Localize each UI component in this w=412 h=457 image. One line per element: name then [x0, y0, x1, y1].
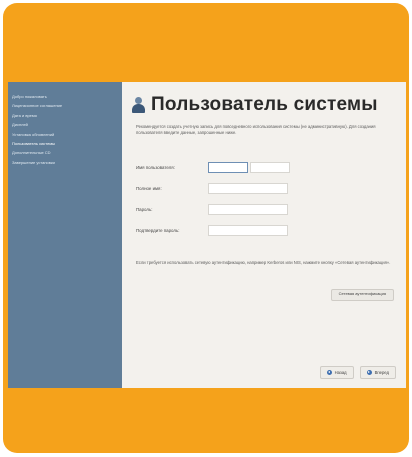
- username-row: Имя пользователя:: [136, 157, 406, 178]
- next-button[interactable]: Вперед: [359, 366, 396, 379]
- network-auth-note: Если требуется использовать сетевую ауте…: [136, 260, 391, 265]
- page-description: Рекомендуется создать учетную запись для…: [136, 124, 376, 135]
- arrow-left-icon: [326, 370, 332, 375]
- username-label: Имя пользователя:: [136, 165, 175, 170]
- sidebar-item-system-user: Пользователь системы: [12, 140, 55, 146]
- sidebar-item-date-time: Дата и время: [12, 112, 37, 118]
- next-button-label: Вперед: [374, 370, 389, 375]
- sidebar-item-welcome: Добро пожаловать: [12, 94, 47, 99]
- page-header: Пользователь системы: [132, 92, 378, 118]
- user-form: Имя пользователя: Полное имя: Пароль: По…: [136, 157, 406, 241]
- sidebar-item-updates: Установка обновлений: [12, 131, 55, 137]
- confirm-password-label: Подтвердите пароль:: [136, 228, 180, 233]
- network-auth-button[interactable]: Сетевая аутентификация: [330, 289, 394, 301]
- page-title: Пользователь системы: [151, 94, 378, 115]
- sidebar-item-finish: Завершение установки: [12, 159, 55, 165]
- back-button-label: Назад: [334, 370, 347, 375]
- password-row: Пароль:: [136, 199, 406, 220]
- main-content: Пользователь системы Рекомендуется созда…: [122, 82, 406, 388]
- orange-frame: Добро пожаловать Лицензионное соглашение…: [3, 3, 409, 453]
- sidebar-item-display: Дисплей: [12, 122, 28, 128]
- user-icon: [132, 97, 145, 113]
- arrow-right-icon: [366, 370, 372, 375]
- fullname-label: Полное имя:: [136, 186, 162, 191]
- sidebar-item-additional-cd: Дополнительные CD: [12, 150, 51, 156]
- sidebar: Добро пожаловать Лицензионное соглашение…: [8, 82, 122, 388]
- wizard-footer: Назад Вперед: [319, 366, 396, 379]
- fullname-field[interactable]: [208, 183, 288, 194]
- sidebar-item-license: Лицензионное соглашение: [12, 103, 63, 109]
- confirm-password-row: Подтвердите пароль:: [136, 220, 406, 241]
- username-field[interactable]: [208, 162, 248, 173]
- back-button[interactable]: Назад: [319, 366, 354, 379]
- fullname-row: Полное имя:: [136, 178, 406, 199]
- username-field-extra[interactable]: [250, 162, 290, 173]
- password-label: Пароль:: [136, 207, 153, 212]
- firstboot-window: Добро пожаловать Лицензионное соглашение…: [8, 82, 406, 388]
- sidebar-steps: Добро пожаловать Лицензионное соглашение…: [8, 82, 122, 167]
- password-field[interactable]: [208, 204, 288, 215]
- confirm-password-field[interactable]: [208, 225, 288, 236]
